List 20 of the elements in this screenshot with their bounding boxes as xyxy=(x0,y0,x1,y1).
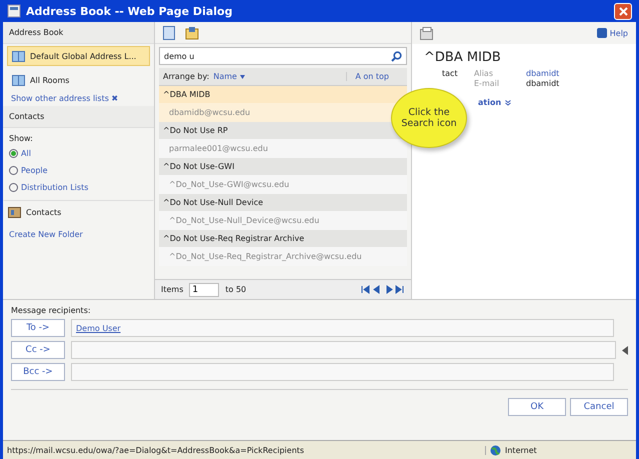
pane-header: Contacts xyxy=(3,106,154,128)
arrange-label: Arrange by: xyxy=(162,72,210,81)
contact-email: ^Do_Not_Use-Req_Registrar_Archive@wcsu.edu xyxy=(159,247,407,266)
status-url: https://mail.wcsu.edu/owa/?ae=Dialog&t=AddressBook&a=PickRecipients xyxy=(3,446,486,454)
items-label: Items xyxy=(161,285,184,294)
search-text: demo u xyxy=(164,52,194,60)
contact-email: parmalee001@wcsu.edu xyxy=(159,139,407,158)
security-zone: Internet xyxy=(505,446,537,454)
field-label: E-mail xyxy=(474,79,500,88)
field-value: dbamidt xyxy=(526,79,560,88)
section-label: tact xyxy=(441,69,459,78)
range-label: to 50 xyxy=(225,285,246,294)
recipients-title: Message recipients: xyxy=(11,306,92,315)
window-title: Address Book -- Web Page Dialog xyxy=(26,4,232,18)
pane-header: Address Book xyxy=(3,22,154,44)
contact-email: ^Do_Not_Use-Null_Device@wcsu.edu xyxy=(159,211,407,230)
contact-email: ^Do_Not_Use-GWI@wcsu.edu xyxy=(159,175,407,194)
contact-title: ^DBA MIDB xyxy=(423,49,502,67)
show-label: Show: xyxy=(9,134,33,143)
field-label: Alias xyxy=(474,69,494,78)
